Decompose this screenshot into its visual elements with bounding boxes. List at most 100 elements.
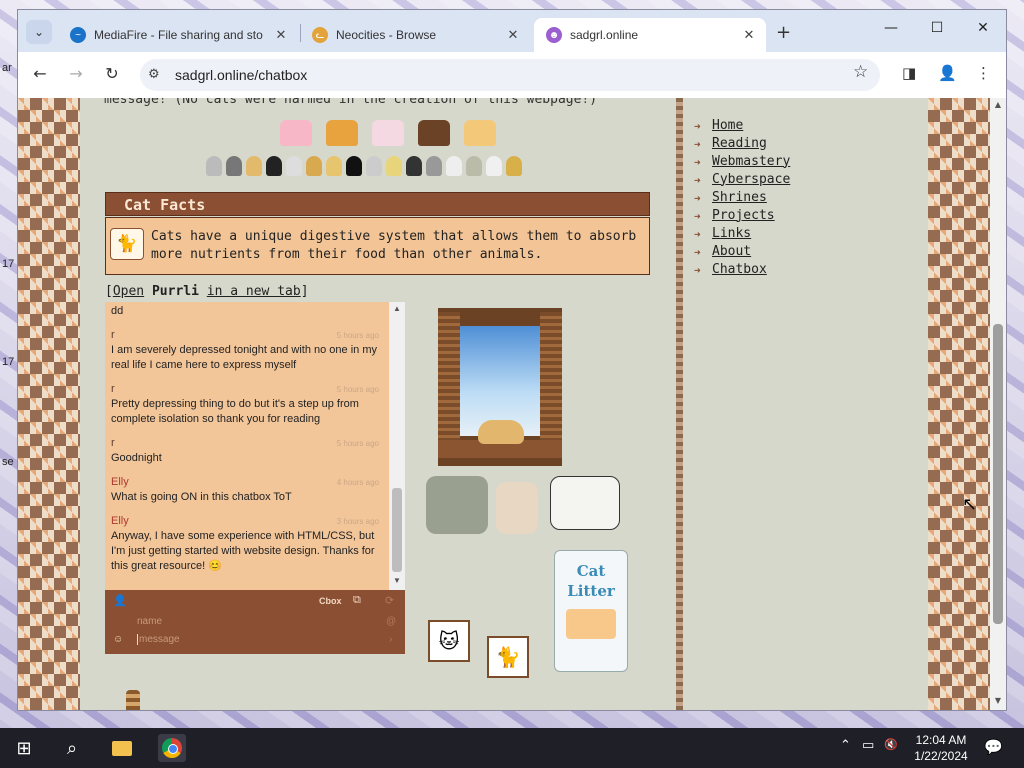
nav-link[interactable]: Projects [712, 208, 775, 223]
chat-scrollbar[interactable]: ▲ ▼ [389, 302, 405, 590]
message-time: 3 hours ago [336, 517, 379, 526]
litter-word-litter: Litter [567, 582, 615, 600]
nav-item-links[interactable]: ➜ Links [694, 224, 790, 242]
notification-icon[interactable]: 💬 [984, 738, 1003, 756]
minimize-icon[interactable]: — [876, 20, 906, 36]
mouse-pointer-icon: ↖ [962, 494, 978, 515]
search-icon[interactable]: ⌕ [58, 734, 86, 762]
scroll-up-icon[interactable]: ▲ [990, 100, 1006, 109]
nav-item-about[interactable]: ➜ About [694, 242, 790, 260]
shutter-right [540, 312, 562, 458]
cbox-link[interactable]: Cbox [319, 596, 342, 606]
message-text: Goodnight [111, 452, 162, 464]
cake-icon [280, 120, 312, 146]
new-tab-words[interactable]: in a new tab [207, 284, 301, 299]
side-panel-icon[interactable]: ◨ [902, 64, 916, 82]
tray-chevron-icon[interactable]: ⌃ [840, 738, 851, 753]
pixel-cat-icon [506, 156, 522, 176]
address-bar[interactable]: ⚙ sadgrl.online/chatbox [140, 59, 880, 91]
chat-scroll-thumb[interactable] [392, 488, 402, 572]
open-purrli-link[interactable]: [Open Purrli in a new tab] [105, 284, 309, 299]
sadgrl-favicon-icon: ☻ [546, 27, 562, 43]
nav-item-projects[interactable]: ➜ Projects [694, 206, 790, 224]
tab-mediafire[interactable]: ~ MediaFire - File sharing and sto ✕ [58, 18, 298, 52]
scroll-down-icon[interactable]: ▼ [389, 576, 405, 585]
new-tab-button[interactable]: + [776, 22, 791, 43]
message-field[interactable]: ☺ message › [105, 632, 405, 652]
network-icon[interactable]: ▭ [862, 738, 874, 753]
tab-search-button[interactable]: ⌄ [26, 20, 52, 44]
file-explorer-icon[interactable] [108, 734, 136, 762]
popout-icon[interactable]: ⧉ [353, 594, 361, 607]
bookmark-star-icon[interactable]: ☆ [853, 62, 868, 82]
nav-link[interactable]: Reading [712, 136, 767, 151]
nav-item-shrines[interactable]: ➜ Shrines [694, 188, 790, 206]
site-info-icon[interactable]: ⚙ [148, 67, 160, 82]
arrow-right-icon: ➜ [694, 210, 701, 223]
nav-link[interactable]: Home [712, 118, 743, 133]
nav-link[interactable]: Webmastery [712, 154, 790, 169]
litter-word-cat: Cat [576, 562, 606, 580]
cbox-chat: dd r 5 hours ago I am severely depressed… [105, 302, 405, 654]
nav-link[interactable]: Chatbox [712, 262, 767, 277]
profile-icon[interactable]: 👤 [938, 64, 957, 82]
nav-item-home[interactable]: ➜ Home [694, 116, 790, 134]
arrow-right-icon: ➜ [694, 246, 701, 259]
windows-taskbar: ⊞ ⌕ ⌃ ▭ 🔇 12:04 AM 1/22/2024 💬 [0, 728, 1024, 768]
close-window-icon[interactable]: ✕ [968, 20, 998, 36]
nav-item-webmastery[interactable]: ➜ Webmastery [694, 152, 790, 170]
clock[interactable]: 12:04 AM 1/22/2024 [906, 732, 976, 764]
maximize-icon[interactable]: ☐ [922, 20, 952, 36]
desktop-icon-label: ar [2, 62, 12, 74]
forward-icon[interactable]: → [64, 64, 88, 83]
open-word[interactable]: Open [113, 284, 144, 299]
desktop-icon-label: 17 [2, 258, 15, 270]
user-icon[interactable]: 👤 [113, 594, 127, 607]
start-icon[interactable]: ⊞ [10, 734, 38, 762]
url-text[interactable]: sadgrl.online/chatbox [175, 67, 307, 83]
page-scroll-thumb[interactable] [993, 324, 1003, 624]
message-text: Pretty depressing thing to do but it's a… [111, 398, 359, 425]
tab-close-icon[interactable]: ✕ [740, 27, 758, 43]
pixel-cat-icon [486, 156, 502, 176]
nav-link[interactable]: About [712, 244, 751, 259]
volume-muted-icon[interactable]: 🔇 [884, 738, 898, 751]
send-icon[interactable]: › [389, 634, 392, 645]
chrome-taskbar-icon[interactable] [158, 734, 186, 762]
chat-message: r 5 hours ago Goodnight [111, 436, 383, 466]
purrli-brand[interactable]: Purrli [152, 284, 199, 299]
message-time: 5 hours ago [336, 331, 379, 340]
page-scrollbar[interactable]: ▲ ▼ [990, 98, 1006, 710]
arrow-right-icon: ➜ [694, 264, 701, 277]
nav-link[interactable]: Cyberspace [712, 172, 790, 187]
message-placeholder[interactable]: message [137, 634, 180, 645]
tab-neocities[interactable]: ᓚ Neocities - Browse ✕ [300, 18, 530, 52]
desktop-icon-label: se [2, 456, 14, 468]
menu-kebab-icon[interactable]: ⋮ [976, 64, 991, 82]
message-time: 5 hours ago [336, 385, 379, 394]
column-divider [676, 98, 683, 710]
cat-computer-image [550, 476, 620, 530]
nav-link[interactable]: Links [712, 226, 751, 241]
back-icon[interactable]: ← [28, 64, 52, 83]
tab-close-icon[interactable]: ✕ [504, 27, 522, 43]
nav-item-chatbox[interactable]: ➜ Chatbox [694, 260, 790, 278]
reload-icon[interactable]: ↻ [100, 64, 124, 83]
cat-fact-text: Cats have a unique digestive system that… [151, 229, 637, 262]
refresh-icon[interactable]: ⟳ [385, 594, 394, 607]
nav-link[interactable]: Shrines [712, 190, 767, 205]
chat-message: Elly 3 hours ago Anyway, I have some exp… [111, 514, 383, 574]
scroll-down-icon[interactable]: ▼ [990, 696, 1006, 705]
name-placeholder[interactable]: name [137, 616, 162, 627]
pixel-cat-icon [426, 156, 442, 176]
name-field[interactable]: name @ [105, 614, 405, 634]
chat-message: Elly 4 hours ago What is going ON in thi… [111, 475, 383, 505]
scroll-up-icon[interactable]: ▲ [389, 304, 405, 313]
tab-sadgrl[interactable]: ☻ sadgrl.online ✕ [534, 18, 766, 52]
nav-item-reading[interactable]: ➜ Reading [694, 134, 790, 152]
clock-date: 1/22/2024 [914, 749, 968, 763]
cake-icon [418, 120, 450, 146]
emoji-icon[interactable]: ☺ [113, 634, 123, 645]
nav-item-cyberspace[interactable]: ➜ Cyberspace [694, 170, 790, 188]
tab-close-icon[interactable]: ✕ [272, 27, 290, 43]
